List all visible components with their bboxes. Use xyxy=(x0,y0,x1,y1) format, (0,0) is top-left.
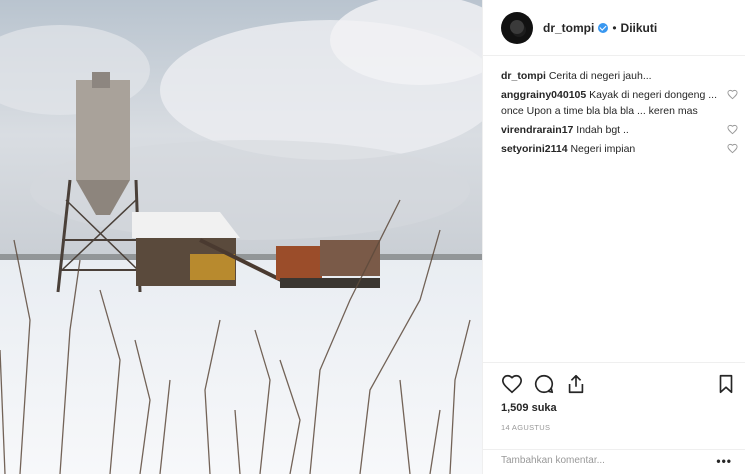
caption-text: Cerita di negeri jauh... xyxy=(548,70,652,82)
list-item: virendrarain17 Indah bgt .. xyxy=(501,122,738,138)
comment-list: dr_tompi Cerita di negeri jauh... anggra… xyxy=(501,68,738,160)
author-username[interactable]: dr_tompi xyxy=(543,21,594,35)
caption: dr_tompi Cerita di negeri jauh... xyxy=(501,68,738,84)
bookmark-icon[interactable] xyxy=(715,373,737,395)
like-count[interactable]: 1,509 suka xyxy=(501,402,557,414)
comment-box: ••• xyxy=(483,449,745,473)
comment-username[interactable]: setyorini2114 xyxy=(501,143,568,155)
separator-dot: • xyxy=(612,20,617,35)
comment-text: Negeri impian xyxy=(570,143,636,155)
more-options-button[interactable]: ••• xyxy=(716,454,732,468)
comment-username[interactable]: anggrainy040105 xyxy=(501,89,586,101)
follow-status-button[interactable]: Diikuti xyxy=(621,21,658,35)
comment-text: Indah bgt .. xyxy=(576,124,629,136)
heart-icon[interactable] xyxy=(727,124,738,135)
comment-icon[interactable] xyxy=(533,373,555,395)
post-date: 14 AGUSTUS xyxy=(501,423,551,432)
post-photo[interactable] xyxy=(0,0,482,474)
list-item: setyorini2114 Negeri impian xyxy=(501,141,738,157)
list-item: anggrainy040105 Kayak di negeri dongeng … xyxy=(501,87,738,119)
action-row xyxy=(501,373,737,397)
comment-username[interactable]: virendrarain17 xyxy=(501,124,573,136)
heart-icon[interactable] xyxy=(727,89,738,100)
heart-icon[interactable] xyxy=(501,373,523,395)
verified-icon xyxy=(598,22,609,33)
caption-username[interactable]: dr_tompi xyxy=(501,70,546,82)
heart-icon[interactable] xyxy=(727,143,738,154)
post-actions: 1,509 suka 14 AGUSTUS ••• xyxy=(483,362,745,472)
share-icon[interactable] xyxy=(565,373,587,395)
comment-input[interactable] xyxy=(501,455,701,466)
post-side-panel: dr_tompi • Diikuti dr_tompi Cerita di ne… xyxy=(482,0,745,474)
avatar[interactable] xyxy=(501,11,533,44)
post-header: dr_tompi • Diikuti xyxy=(483,0,745,56)
